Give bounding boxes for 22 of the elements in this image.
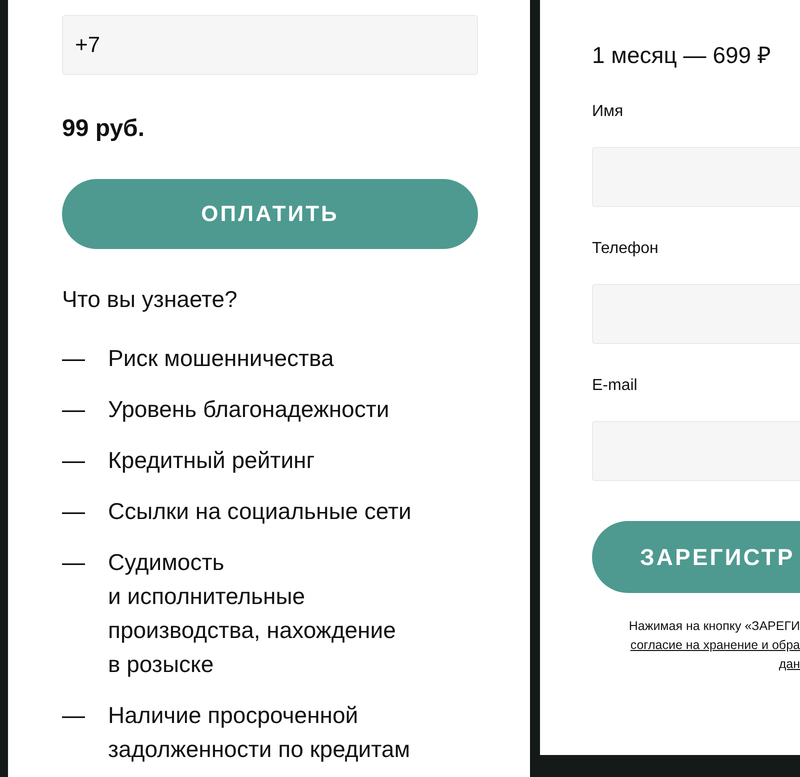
consent-link[interactable]: согласие на хранение и обра — [630, 636, 800, 655]
plan-title: 1 месяц — 699 ₽ — [592, 41, 772, 70]
consent-link[interactable]: дан — [778, 655, 800, 674]
feature-text: Судимость и исполнительные производства, нахождение в розыске — [108, 548, 396, 679]
features-heading: Что вы узнаете? — [62, 286, 238, 313]
field-label: Телефон — [592, 240, 660, 258]
dash-marker: — — [62, 497, 86, 526]
dash-marker: — — [62, 701, 86, 730]
field-label: Имя — [592, 103, 624, 121]
price-text: 99 руб. — [62, 115, 146, 143]
dash-marker: — — [62, 446, 86, 475]
dash-marker: — — [62, 548, 86, 577]
dash-marker: — — [62, 344, 86, 373]
dash-marker: — — [62, 395, 86, 424]
consent-text: Нажимая на кнопку «ЗАРЕГИ — [628, 618, 800, 635]
field-label: E-mail — [592, 377, 638, 395]
feature-text: Риск мошенничества — [108, 344, 334, 373]
feature-text: Уровень благонадежности — [108, 395, 390, 424]
feature-text: Наличие просроченной задолженности по кредитам — [108, 701, 410, 764]
phone-field[interactable]: +7 — [62, 15, 478, 75]
feature-text: Ссылки на социальные сети — [108, 497, 412, 526]
feature-text: Кредитный рейтинг — [108, 446, 315, 475]
